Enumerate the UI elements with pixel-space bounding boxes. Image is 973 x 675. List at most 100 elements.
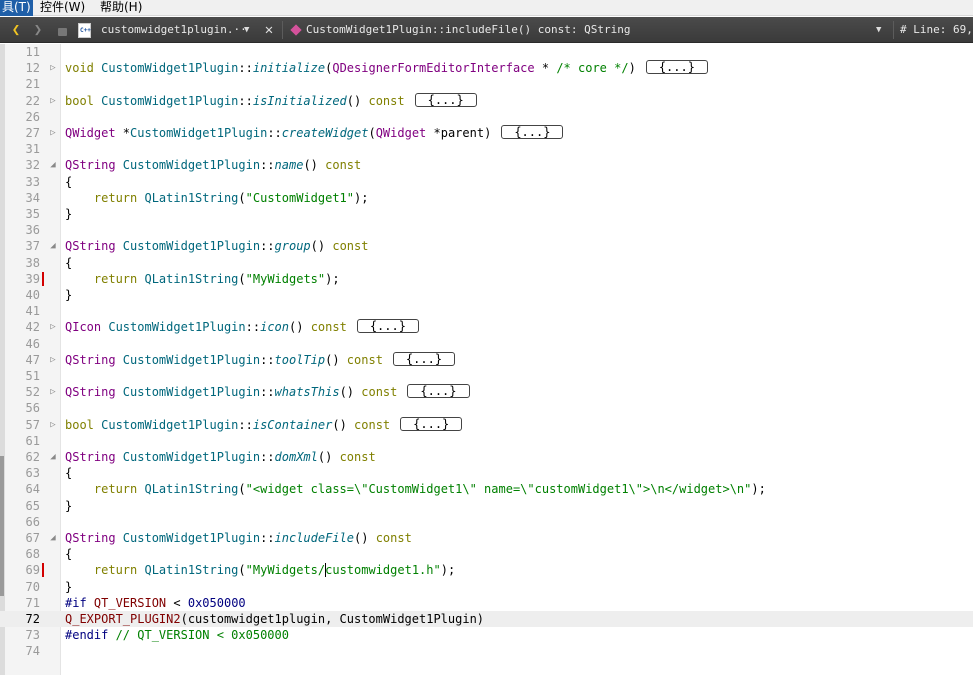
code-line[interactable]: 46 bbox=[0, 336, 973, 352]
code-text[interactable]: return QLatin1String("MyWidgets"); bbox=[65, 271, 340, 287]
file-dropdown-icon[interactable]: ▼ bbox=[244, 17, 256, 43]
menu-tools[interactable]: 具(T) bbox=[0, 0, 33, 16]
code-line[interactable]: 40} bbox=[0, 287, 973, 303]
line-info[interactable]: # Line: 69, bbox=[900, 17, 973, 43]
folded-block-button[interactable]: {...} bbox=[356, 319, 419, 334]
code-line[interactable]: 66 bbox=[0, 514, 973, 530]
fold-collapse-icon[interactable]: ◢ bbox=[48, 530, 58, 546]
code-text[interactable]: QString CustomWidget1Plugin::name() cons… bbox=[65, 157, 361, 173]
code-line[interactable]: 57 ▷ bool CustomWidget1Plugin::isContainer… bbox=[0, 416, 973, 433]
folded-block-button[interactable]: {...} bbox=[414, 92, 477, 107]
code-line[interactable]: 22 ▷ bool CustomWidget1Plugin::isInitializ… bbox=[0, 92, 973, 109]
code-line[interactable]: 11 bbox=[0, 44, 973, 60]
code-text[interactable]: } bbox=[65, 498, 72, 514]
code-text[interactable]: #if QT_VERSION < 0x050000 bbox=[65, 595, 246, 611]
symbol-dropdown-icon[interactable]: ▼ bbox=[876, 17, 888, 43]
code-text[interactable]: { bbox=[65, 465, 72, 481]
code-line[interactable]: 67 ◢ QString CustomWidget1Plugin::includeF… bbox=[0, 530, 973, 546]
line-number: 72 bbox=[25, 612, 40, 626]
menu-help[interactable]: 帮助(H) bbox=[98, 0, 144, 16]
code-text[interactable]: return QLatin1String("MyWidgets/customwi… bbox=[65, 562, 455, 578]
code-line[interactable]: 12 ▷ void CustomWidget1Plugin::initialize(… bbox=[0, 60, 973, 76]
fold-expand-icon[interactable]: ▷ bbox=[48, 93, 58, 109]
code-text[interactable]: return QLatin1String("CustomWidget1"); bbox=[65, 190, 369, 206]
menu-widgets[interactable]: 控件(W) bbox=[38, 0, 87, 16]
code-text[interactable]: { bbox=[65, 255, 72, 271]
code-line[interactable]: 64 return QLatin1String("<widget class=\… bbox=[0, 481, 973, 497]
code-line[interactable]: 37 ◢ QString CustomWidget1Plugin::group() … bbox=[0, 238, 973, 254]
code-text[interactable]: #endif // QT_VERSION < 0x050000 bbox=[65, 627, 289, 643]
code-text[interactable]: } bbox=[65, 206, 72, 222]
code-line[interactable]: 74 bbox=[0, 643, 973, 659]
code-text[interactable]: { bbox=[65, 174, 72, 190]
code-line[interactable]: 65} bbox=[0, 498, 973, 514]
code-line[interactable]: 47 ▷ QString CustomWidget1Plugin::toolTip(… bbox=[0, 351, 973, 368]
code-line[interactable]: 33 { bbox=[0, 174, 973, 190]
code-line[interactable]: 56 bbox=[0, 400, 973, 416]
fold-expand-icon[interactable]: ▷ bbox=[48, 417, 58, 433]
code-line[interactable]: 42 ▷ QIcon CustomWidget1Plugin::icon() con… bbox=[0, 319, 973, 335]
lock-icon[interactable] bbox=[56, 17, 68, 43]
code-text[interactable]: bool CustomWidget1Plugin::isInitialized(… bbox=[65, 92, 477, 109]
close-file-icon[interactable]: ✕ bbox=[262, 17, 276, 43]
code-text[interactable]: QString CustomWidget1Plugin::whatsThis()… bbox=[65, 384, 470, 400]
open-file-name[interactable]: customwidget1plugin.···* bbox=[101, 17, 246, 43]
fold-collapse-icon[interactable]: ◢ bbox=[48, 238, 58, 254]
fold-collapse-icon[interactable]: ◢ bbox=[48, 157, 58, 173]
code-line[interactable]: 70} bbox=[0, 579, 973, 595]
code-text[interactable]: QWidget *CustomWidget1Plugin::createWidg… bbox=[65, 125, 564, 141]
folded-block-button[interactable]: {...} bbox=[400, 416, 463, 431]
code-line[interactable]: 26 bbox=[0, 109, 973, 125]
code-line[interactable]: 36 bbox=[0, 222, 973, 238]
code-line[interactable]: 39 return QLatin1String("MyWidgets"); bbox=[0, 271, 973, 287]
code-line[interactable]: 31 bbox=[0, 141, 973, 157]
folded-block-button[interactable]: {...} bbox=[392, 351, 456, 366]
fold-expand-icon[interactable]: ▷ bbox=[48, 125, 58, 141]
code-line[interactable]: 71 #if QT_VERSION < 0x050000 bbox=[0, 595, 973, 611]
code-text[interactable]: QString CustomWidget1Plugin::group() con… bbox=[65, 238, 368, 254]
code-text[interactable]: bool CustomWidget1Plugin::isContainer() … bbox=[65, 416, 463, 433]
code-text[interactable]: QIcon CustomWidget1Plugin::icon() const {… bbox=[65, 319, 419, 335]
code-text[interactable]: Q_EXPORT_PLUGIN2(customwidget1plugin, Cu… bbox=[65, 611, 484, 627]
code-token: :: bbox=[238, 93, 253, 108]
code-line[interactable]: 72 Q_EXPORT_PLUGIN2(customwidget1plugin, … bbox=[0, 611, 973, 627]
code-token: { bbox=[65, 174, 73, 189]
code-line[interactable]: 68 { bbox=[0, 546, 973, 562]
code-line[interactable]: 51 bbox=[0, 368, 973, 384]
code-line[interactable]: 38 { bbox=[0, 255, 973, 271]
code-line[interactable]: 62 ◢ QString CustomWidget1Plugin::domXml()… bbox=[0, 449, 973, 465]
code-text[interactable]: return QLatin1String("<widget class=\"Cu… bbox=[65, 481, 766, 497]
code-token: { bbox=[65, 255, 73, 270]
code-line[interactable]: 34 return QLatin1String("CustomWidget1")… bbox=[0, 190, 973, 206]
code-text[interactable]: } bbox=[65, 579, 72, 595]
fold-expand-icon[interactable]: ▷ bbox=[48, 384, 58, 400]
code-line[interactable]: 27 ▷ QWidget *CustomWidget1Plugin::createW… bbox=[0, 125, 973, 141]
folded-block-button[interactable]: {...} bbox=[407, 384, 470, 399]
code-line[interactable]: 52 ▷ QString CustomWidget1Plugin::whatsThi… bbox=[0, 384, 973, 400]
folded-block-button[interactable]: {...} bbox=[645, 60, 708, 75]
code-editor[interactable]: 11 12 ▷ void CustomWidget1Plugin::initializ… bbox=[0, 44, 973, 675]
folded-block-button[interactable]: {...} bbox=[501, 125, 564, 139]
fold-expand-icon[interactable]: ▷ bbox=[48, 352, 58, 368]
code-line[interactable]: 35} bbox=[0, 206, 973, 222]
fold-expand-icon[interactable]: ▷ bbox=[48, 60, 58, 76]
fold-expand-icon[interactable]: ▷ bbox=[48, 319, 58, 335]
code-text[interactable]: void CustomWidget1Plugin::initialize(QDe… bbox=[65, 60, 708, 76]
fold-collapse-icon[interactable]: ◢ bbox=[48, 449, 58, 465]
code-text[interactable]: } bbox=[65, 287, 72, 303]
current-symbol[interactable]: CustomWidget1Plugin::includeFile() const… bbox=[306, 17, 866, 43]
code-text[interactable]: QString CustomWidget1Plugin::domXml() co… bbox=[65, 449, 376, 465]
code-text[interactable]: QString CustomWidget1Plugin::includeFile… bbox=[65, 530, 412, 546]
code-text[interactable]: QString CustomWidget1Plugin::toolTip() c… bbox=[65, 351, 456, 368]
forward-arrow-icon[interactable]: ❯ bbox=[31, 17, 45, 43]
code-line[interactable]: 32 ◢ QString CustomWidget1Plugin::name() c… bbox=[0, 157, 973, 173]
code-line[interactable]: 61 bbox=[0, 433, 973, 449]
code-line[interactable]: 21 bbox=[0, 76, 973, 92]
code-line[interactable]: 73 #endif // QT_VERSION < 0x050000 bbox=[0, 627, 973, 643]
code-line[interactable]: 41 bbox=[0, 303, 973, 319]
code-text[interactable]: { bbox=[65, 546, 72, 562]
back-arrow-icon[interactable]: ❮ bbox=[9, 17, 23, 43]
code-token: :: bbox=[267, 126, 282, 140]
code-line[interactable]: 69 return QLatin1String("MyWidgets/custo… bbox=[0, 562, 973, 578]
code-line[interactable]: 63 { bbox=[0, 465, 973, 481]
